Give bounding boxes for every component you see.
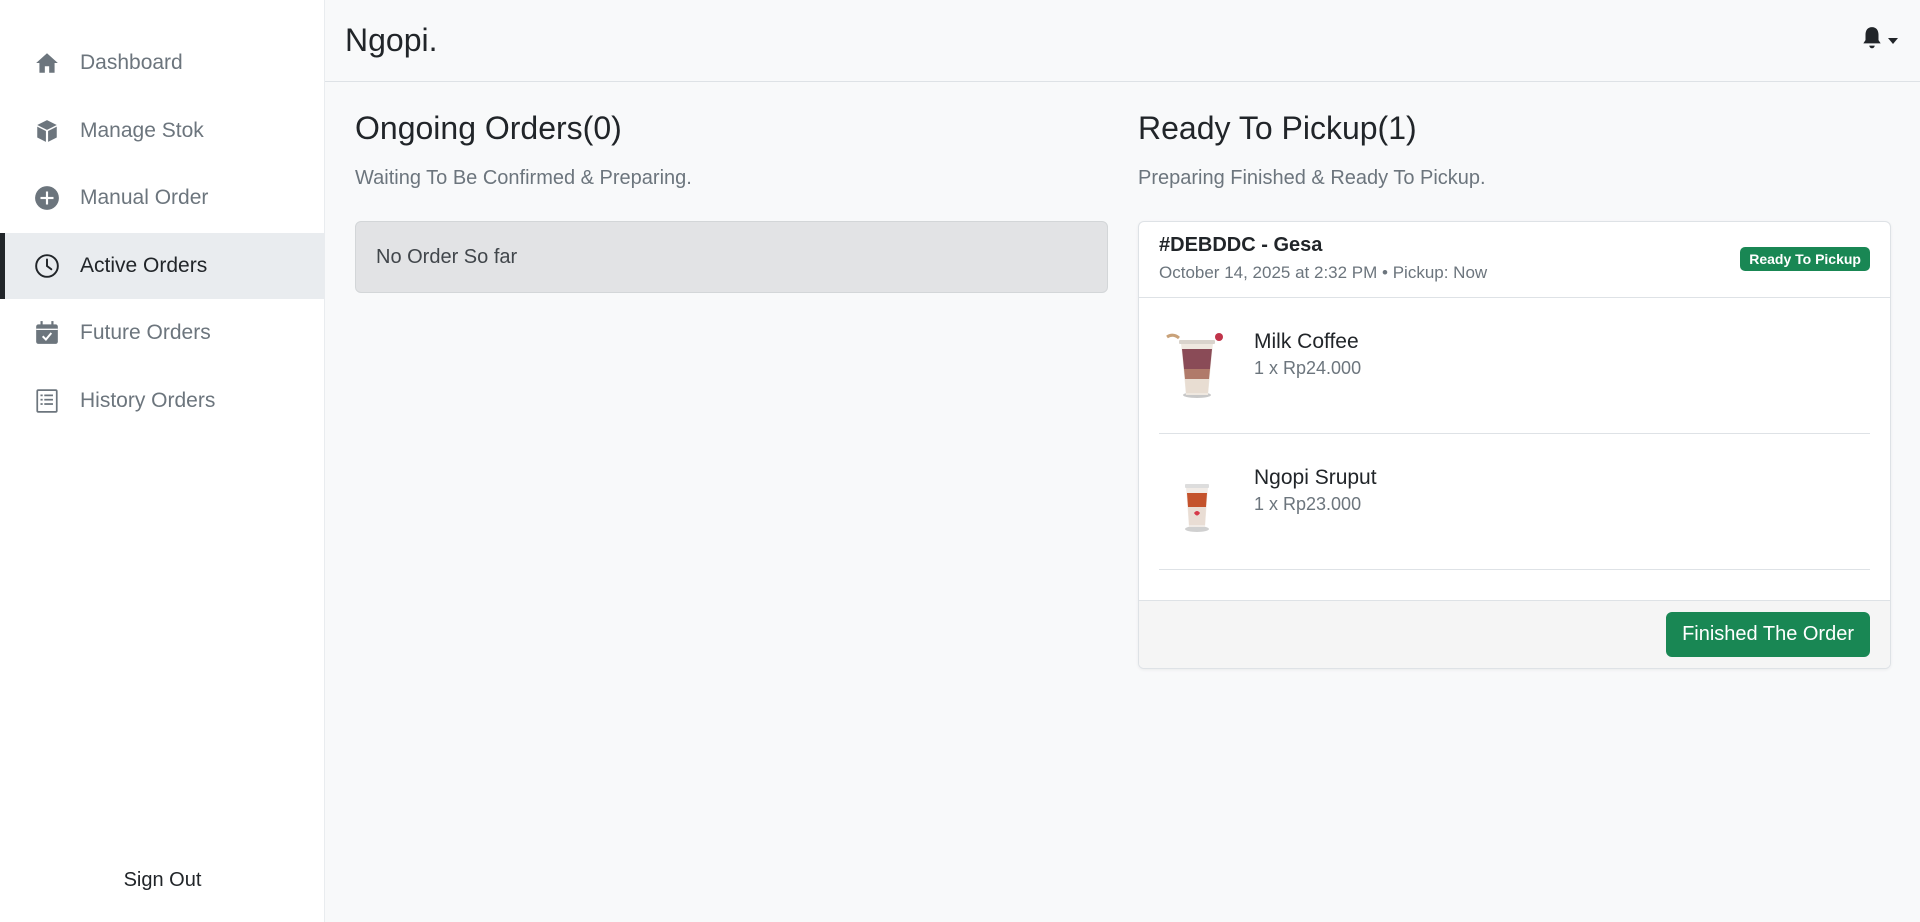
status-badge: Ready To Pickup [1740, 247, 1870, 271]
receipt-icon [33, 387, 61, 415]
calendar-check-icon [33, 319, 61, 347]
finish-order-button[interactable]: Finished The Order [1666, 612, 1870, 657]
sidebar-item-label: Future Orders [80, 321, 211, 344]
box-icon [33, 117, 61, 145]
sidebar-item-label: Manage Stok [80, 118, 204, 142]
brand-title: Ngopi. [345, 22, 438, 58]
sidebar-item-manage-stok[interactable]: Manage Stok [0, 98, 325, 164]
sidebar-item-label: History Orders [80, 388, 216, 412]
ready-to-pickup-section: Ready To Pickup(1) Preparing Finished & … [1138, 82, 1891, 669]
ongoing-orders-section: Ongoing Orders(0) Waiting To Be Confirme… [355, 82, 1108, 293]
list-item: Milk Coffee 1 x Rp24.000 [1159, 298, 1870, 434]
sidebar-item-future-orders[interactable]: Future Orders [0, 300, 325, 366]
sidebar-item-history-orders[interactable]: History Orders [0, 368, 325, 434]
order-card: #DEBDDC - Gesa October 14, 2025 at 2:32 … [1138, 221, 1891, 669]
order-id: #DEBDDC - Gesa [1159, 234, 1323, 256]
sign-out-button[interactable]: Sign Out [0, 869, 325, 892]
sidebar-item-label: Manual Order [80, 186, 209, 209]
item-name: Milk Coffee [1254, 330, 1359, 353]
ongoing-orders-title: Ongoing Orders(0) [355, 110, 622, 146]
sidebar-item-label: Active Orders [80, 253, 208, 277]
plus-circle-icon [33, 184, 61, 212]
chevron-down-icon [1888, 37, 1898, 44]
notification-dropdown[interactable] [1859, 25, 1898, 56]
ready-to-pickup-subtitle: Preparing Finished & Ready To Pickup. [1138, 167, 1486, 189]
order-items: Milk Coffee 1 x Rp24.000 Ngopi Sruput 1 … [1139, 298, 1890, 570]
sidebar-item-active-orders[interactable]: Active Orders [0, 232, 325, 299]
clock-icon [33, 252, 61, 280]
item-name: Ngopi Sruput [1254, 466, 1377, 489]
ongoing-orders-subtitle: Waiting To Be Confirmed & Preparing. [355, 167, 692, 189]
sidebar: Dashboard Manage Stok Manual Order Activ… [0, 0, 325, 922]
sidebar-nav: Dashboard Manage Stok Manual Order Activ… [0, 30, 325, 435]
order-meta: October 14, 2025 at 2:32 PM • Pickup: No… [1159, 263, 1488, 282]
sidebar-item-label: Dashboard [80, 51, 183, 74]
sidebar-item-dashboard[interactable]: Dashboard [0, 30, 325, 96]
sidebar-item-manual-order[interactable]: Manual Order [0, 165, 325, 231]
milk-coffee-image [1159, 329, 1233, 403]
item-price: 1 x Rp23.000 [1254, 494, 1362, 514]
home-icon [33, 49, 61, 77]
empty-orders-message: No Order So far [355, 221, 1108, 293]
item-price: 1 x Rp24.000 [1254, 358, 1362, 378]
ready-to-pickup-title: Ready To Pickup(1) [1138, 110, 1417, 146]
bell-icon [1859, 25, 1885, 56]
ngopi-sruput-image [1159, 465, 1233, 539]
order-card-header: #DEBDDC - Gesa October 14, 2025 at 2:32 … [1139, 222, 1890, 298]
list-item: Ngopi Sruput 1 x Rp23.000 [1159, 434, 1870, 570]
top-header: Ngopi. [325, 0, 1920, 82]
order-card-footer: Finished The Order [1139, 600, 1890, 668]
